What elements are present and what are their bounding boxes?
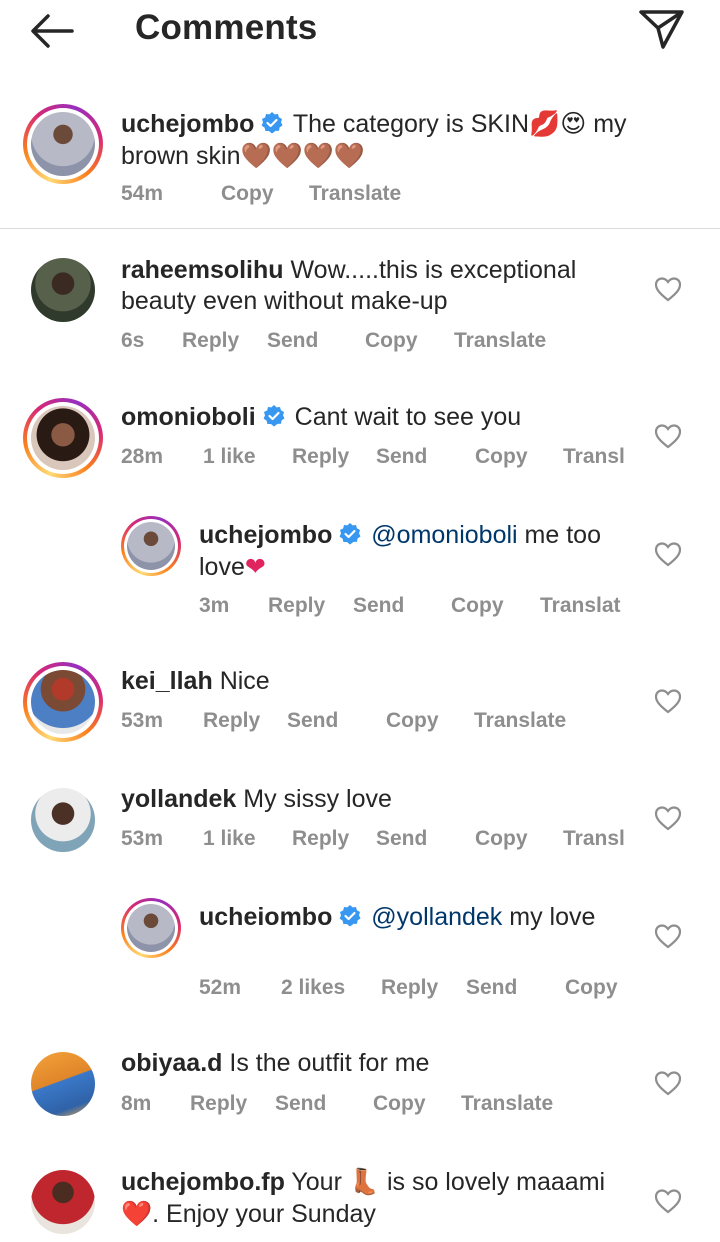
divider <box>0 228 720 229</box>
verified-badge-icon <box>339 523 361 545</box>
username[interactable]: omonioboli <box>121 403 256 431</box>
timestamp: 54m <box>121 182 164 205</box>
reply-button[interactable]: Reply <box>190 1092 247 1116</box>
copy-button[interactable]: Copy <box>475 445 528 469</box>
copy-button[interactable]: Copy <box>386 709 439 733</box>
reply-button[interactable]: Reply <box>268 594 325 618</box>
timestamp: 3m <box>199 594 230 617</box>
send-button[interactable]: Send <box>287 709 338 733</box>
mention-link[interactable]: @yollandek <box>371 903 502 931</box>
timestamp: 53m <box>121 709 164 732</box>
avatar[interactable] <box>23 662 103 742</box>
translate-button[interactable]: Translat <box>540 594 621 618</box>
copy-button[interactable]: Copy <box>365 329 418 353</box>
reply-button[interactable]: Reply <box>203 709 260 733</box>
heart-outline-icon[interactable] <box>654 541 682 567</box>
translate-button[interactable]: Translate <box>474 709 566 733</box>
timestamp: 6s <box>121 329 145 352</box>
username[interactable]: uchejombo <box>199 521 332 549</box>
timestamp: 8m <box>121 1092 152 1115</box>
header-bar: Comments <box>0 0 720 60</box>
page-title: Comments <box>135 8 318 47</box>
red-heart-emoji: ❤️ <box>121 1199 153 1228</box>
heart-outline-icon[interactable] <box>654 1188 682 1214</box>
comment-text: raheemsolihu Wow.....this is exceptional… <box>121 256 577 315</box>
reply-button[interactable]: Reply <box>182 329 239 353</box>
heart-outline-icon[interactable] <box>654 276 682 302</box>
mention-link[interactable]: @omonioboli <box>371 521 517 549</box>
verified-badge-icon <box>261 112 283 134</box>
send-button[interactable]: Send <box>376 827 427 851</box>
translate-button[interactable]: Translate <box>461 1092 553 1116</box>
copy-button[interactable]: Copy <box>451 594 504 618</box>
avatar[interactable] <box>23 104 103 184</box>
verified-badge-icon <box>339 905 361 927</box>
avatar[interactable] <box>23 250 103 330</box>
comment-text: kei_llah Nice <box>121 667 270 695</box>
username[interactable]: yollandek <box>121 785 236 813</box>
direct-send-icon[interactable] <box>636 6 686 52</box>
avatar[interactable] <box>23 1044 103 1124</box>
reply-button[interactable]: Reply <box>381 976 438 1000</box>
translate-button[interactable]: Translate <box>454 329 546 353</box>
username[interactable]: kei_llah <box>121 667 213 695</box>
send-button[interactable]: Send <box>353 594 404 618</box>
avatar[interactable] <box>23 1162 103 1242</box>
comment-text: omonioboli Cant wait to see you <box>121 403 522 431</box>
username[interactable]: uchejombo <box>121 110 254 138</box>
comment-text: ucheiombo @yollandek my love <box>199 903 596 931</box>
verified-badge-icon <box>263 405 285 427</box>
timestamp: 28m <box>121 445 164 468</box>
heart-outline-icon[interactable] <box>654 688 682 714</box>
reply-button[interactable]: Reply <box>292 827 349 851</box>
copy-button[interactable]: Copy <box>475 827 528 851</box>
caption-text: uchejombo The category is SKIN💋😍 my brow… <box>121 109 627 170</box>
comment-text: uchejombo.fp Your 👢 is so lovely maaami ❤… <box>121 1167 606 1228</box>
timestamp: 53m <box>121 827 164 850</box>
avatar[interactable] <box>23 780 103 860</box>
back-arrow-icon[interactable] <box>28 10 76 52</box>
brown-hearts-emoji: 🤎🤎🤎🤎 <box>240 141 366 170</box>
heart-outline-icon[interactable] <box>654 1070 682 1096</box>
translate-button[interactable]: Transl <box>563 445 625 469</box>
avatar[interactable] <box>23 398 103 478</box>
likes-count[interactable]: 2 likes <box>281 976 345 1000</box>
username[interactable]: uchejombo.fp <box>121 1168 285 1196</box>
username[interactable]: raheemsolihu <box>121 256 284 284</box>
comment-text: yollandek My sissy love <box>121 785 392 813</box>
kiss-smile-emoji: 💋😍 <box>529 109 587 138</box>
heart-outline-icon[interactable] <box>654 805 682 831</box>
timestamp: 52m <box>199 976 242 999</box>
comment-text: obiyaa.d Is the outfit for me <box>121 1049 430 1077</box>
avatar[interactable] <box>121 516 181 576</box>
heart-outline-icon[interactable] <box>654 923 682 949</box>
translate-button[interactable]: Transl <box>563 827 625 851</box>
send-button[interactable]: Send <box>267 329 318 353</box>
comment-text: uchejombo @omonioboli me too love❤ <box>199 521 601 581</box>
send-button[interactable]: Send <box>466 976 517 1000</box>
username[interactable]: ucheiombo <box>199 903 332 931</box>
avatar[interactable] <box>121 898 181 958</box>
likes-count[interactable]: 1 like <box>203 827 256 851</box>
copy-button[interactable]: Copy <box>221 182 274 206</box>
username[interactable]: obiyaa.d <box>121 1049 222 1077</box>
copy-button[interactable]: Copy <box>373 1092 426 1116</box>
heart-outline-icon[interactable] <box>654 423 682 449</box>
likes-count[interactable]: 1 like <box>203 445 256 469</box>
boot-emoji: 👢 <box>348 1167 380 1196</box>
red-heart-emoji: ❤ <box>244 552 266 581</box>
copy-button[interactable]: Copy <box>565 976 618 1000</box>
send-button[interactable]: Send <box>376 445 427 469</box>
send-button[interactable]: Send <box>275 1092 326 1116</box>
translate-button[interactable]: Translate <box>309 182 401 206</box>
reply-button[interactable]: Reply <box>292 445 349 469</box>
